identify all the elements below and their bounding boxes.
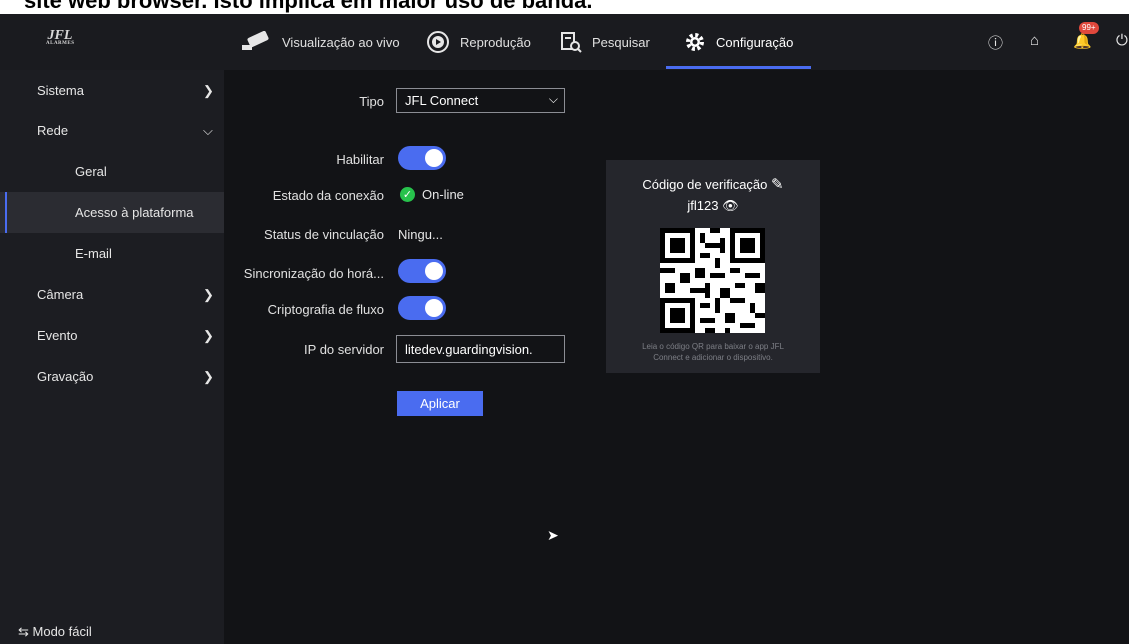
active-indicator xyxy=(5,192,7,233)
nav-live-view[interactable]: Visualização ao vivo xyxy=(240,14,400,70)
sidebar-item-gravacao[interactable]: Gravação ❯ xyxy=(0,356,224,397)
estado-label: Estado da conexão xyxy=(272,188,384,203)
verification-code-value: jfl123 xyxy=(687,198,719,213)
sidebar-item-label: E-mail xyxy=(75,246,112,261)
cripto-toggle[interactable] xyxy=(398,296,446,320)
verification-code: jfl123 👁 xyxy=(606,198,820,214)
sidebar-item-label: Evento xyxy=(37,328,78,343)
sidebar: Sistema ❯ Rede ⌵ Geral Acesso à plataforma… xyxy=(0,70,224,644)
nav-search[interactable]: Pesquisar xyxy=(560,14,650,70)
ip-label: IP do servidor xyxy=(304,342,384,357)
tipo-select[interactable]: JFL Connect ⌵ xyxy=(396,88,565,113)
logo-subtext: ALARMES xyxy=(46,41,75,46)
vinculacao-value: Ningu... xyxy=(398,227,443,242)
qr-title: Código de verificação ✎ xyxy=(606,175,820,193)
qr-code-image xyxy=(660,228,765,333)
mouse-cursor-icon: ➤ xyxy=(547,527,559,543)
connection-status: ✓ On-line xyxy=(400,187,464,202)
nav-search-label: Pesquisar xyxy=(592,34,650,50)
cripto-label: Criptografia de fluxo xyxy=(267,302,384,317)
connection-status-value: On-line xyxy=(422,187,464,202)
chevron-down-icon: ⌵ xyxy=(203,122,213,138)
chevron-right-icon: ❯ xyxy=(203,286,214,302)
sidebar-item-label: Geral xyxy=(75,164,107,179)
top-navigation-bar: JFL ALARMES Visualização ao vivo Reproduç… xyxy=(0,14,1129,70)
sync-label: Sincronização do horá... xyxy=(243,266,384,281)
tipo-label: Tipo xyxy=(359,94,384,109)
qr-panel: Código de verificação ✎ jfl123 👁 Leia o … xyxy=(606,160,820,373)
active-tab-indicator xyxy=(666,66,811,69)
qr-title-text: Código de verificação xyxy=(642,177,768,192)
sidebar-item-label: Câmera xyxy=(37,287,84,302)
sync-toggle[interactable] xyxy=(398,259,446,283)
playback-icon xyxy=(427,31,449,53)
camera-icon xyxy=(242,31,269,50)
swap-icon: ⇆ xyxy=(18,624,33,639)
toggle-knob xyxy=(425,149,443,167)
vinculacao-label: Status de vinculação xyxy=(264,227,384,242)
sidebar-item-evento[interactable]: Evento ❯ xyxy=(0,315,224,356)
home-icon[interactable]: ⌂ xyxy=(1030,32,1039,49)
toggle-knob xyxy=(425,262,443,280)
sidebar-item-camera[interactable]: Câmera ❯ xyxy=(0,274,224,315)
sidebar-item-label: Acesso à plataforma xyxy=(75,205,194,220)
habilitar-label: Habilitar xyxy=(336,152,384,167)
sidebar-item-geral[interactable]: Geral xyxy=(0,151,224,192)
easy-mode-button[interactable]: ⇆ Modo fácil xyxy=(18,624,92,640)
sidebar-item-sistema[interactable]: Sistema ❯ xyxy=(0,70,224,111)
chevron-right-icon: ❯ xyxy=(203,82,214,98)
notification-badge: 99+ xyxy=(1079,22,1099,34)
power-icon[interactable]: ⏻ xyxy=(1116,32,1128,49)
nav-live-label: Visualização ao vivo xyxy=(282,34,400,50)
search-doc-icon xyxy=(561,32,582,53)
easy-mode-label: Modo fácil xyxy=(32,624,92,639)
nav-playback-label: Reprodução xyxy=(460,34,531,50)
nav-playback[interactable]: Reprodução xyxy=(426,14,531,70)
edit-pencil-icon[interactable]: ✎ xyxy=(771,176,784,193)
habilitar-toggle[interactable] xyxy=(398,146,446,170)
info-icon[interactable]: ⓘ xyxy=(988,32,1003,53)
sidebar-item-rede[interactable]: Rede ⌵ xyxy=(0,110,224,151)
eye-icon[interactable]: 👁 xyxy=(722,198,739,213)
chevron-right-icon: ❯ xyxy=(203,327,214,343)
bell-icon[interactable]: 🔔 xyxy=(1073,32,1092,50)
sidebar-item-acesso-plataforma[interactable]: Acesso à plataforma xyxy=(0,192,224,233)
qr-caption-line1: Leia o código QR para baixar o app JFL xyxy=(642,342,784,351)
app-window: JFL ALARMES Visualização ao vivo Reproduç… xyxy=(0,14,1129,644)
qr-caption: Leia o código QR para baixar o app JFL Co… xyxy=(606,341,820,363)
sidebar-item-email[interactable]: E-mail xyxy=(0,233,224,274)
qr-caption-line2: Connect e adicionar o dispositivo. xyxy=(653,353,773,362)
ip-input[interactable]: litedev.guardingvision. xyxy=(396,335,565,363)
nav-configuration[interactable]: Configuração xyxy=(684,14,793,70)
document-caption: site web browser. Isto implica em maior … xyxy=(0,0,1129,14)
sidebar-item-label: Rede xyxy=(37,123,69,138)
check-circle-icon: ✓ xyxy=(400,187,415,202)
sidebar-item-label: Gravação xyxy=(37,369,94,384)
apply-button[interactable]: Aplicar xyxy=(397,391,483,416)
jfl-logo: JFL ALARMES xyxy=(46,28,74,52)
tipo-select-value: JFL Connect xyxy=(405,93,479,108)
chevron-down-icon: ⌵ xyxy=(548,92,558,106)
gear-icon xyxy=(686,33,704,51)
caption-text: site web browser. Isto implica em maior … xyxy=(24,0,593,13)
sidebar-item-label: Sistema xyxy=(37,83,84,98)
chevron-right-icon: ❯ xyxy=(203,368,214,384)
nav-config-label: Configuração xyxy=(716,34,794,50)
toggle-knob xyxy=(425,299,443,317)
